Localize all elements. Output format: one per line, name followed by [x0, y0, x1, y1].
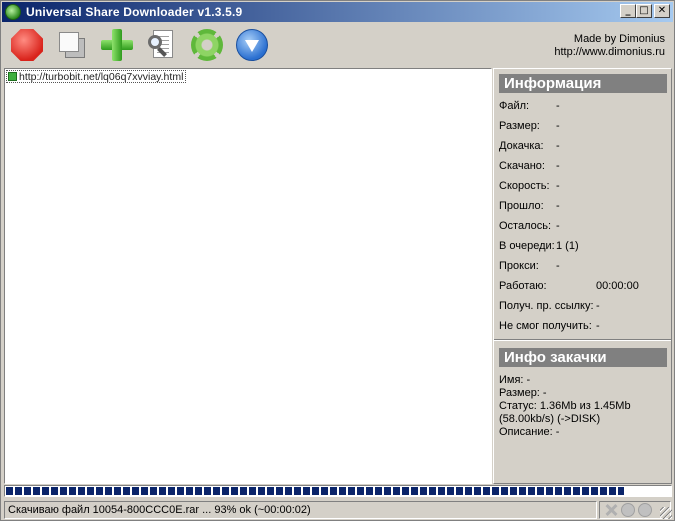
info-value-resume: - [556, 140, 560, 152]
globe-icon[interactable] [638, 503, 652, 517]
maximize-button[interactable]: □ [636, 4, 652, 18]
resize-grip[interactable] [660, 507, 672, 519]
settings-button[interactable] [189, 27, 225, 63]
copy-button[interactable] [54, 27, 90, 63]
minimize-button[interactable]: _ [620, 4, 636, 18]
window-title: Universal Share Downloader v1.3.5.9 [26, 5, 243, 19]
status-bar: Скачиваю файл 10054-800CCC0E.rar ... 93%… [2, 500, 673, 520]
info-header: Информация [499, 74, 667, 93]
toolbar: Made by Dimonius http://www.dimonius.ru [2, 23, 673, 67]
info-value-file: - [556, 100, 560, 112]
close-button[interactable]: ✕ [654, 4, 670, 18]
info-label-downloaded: Скачано: [499, 160, 545, 172]
panel-divider [494, 339, 671, 341]
disconnect-icon[interactable] [604, 503, 618, 517]
download-info-description: Описание: - [499, 426, 560, 438]
progress-fill [6, 487, 624, 495]
download-list[interactable]: http://turbobit.net/lq06q7xvviay.html [4, 68, 492, 484]
info-label-file: Файл: [499, 100, 530, 112]
info-value-got-link: - [596, 300, 600, 312]
credits-author: Made by Dimonius [573, 33, 665, 45]
info-label-resume: Докачка: [499, 140, 544, 152]
info-panel: Информация Файл: - Размер: - Докачка: - … [493, 68, 672, 484]
stop-button[interactable] [9, 27, 45, 63]
download-info-size: Размер: - [499, 387, 547, 399]
progress-bar [4, 485, 672, 497]
plus-icon [101, 29, 133, 61]
credits: Made by Dimonius http://www.dimonius.ru [554, 33, 665, 59]
copy-icon [57, 30, 87, 60]
info-value-speed: - [556, 180, 560, 192]
list-item[interactable]: http://turbobit.net/lq06q7xvviay.html [6, 70, 187, 83]
status-text: Скачиваю файл 10054-800CCC0E.rar ... 93%… [4, 501, 597, 519]
window-controls: _ □ ✕ [620, 4, 670, 18]
info-label-queue: В очереди: [499, 240, 555, 252]
download-info-status: Статус: 1.36Mb из 1.45Mb (58.00kb/s) (->… [499, 400, 631, 425]
link-icon[interactable] [621, 503, 635, 517]
info-value-elapsed: - [556, 200, 560, 212]
list-item-url: http://turbobit.net/lq06q7xvviay.html [19, 70, 184, 83]
info-value-remaining: - [556, 220, 560, 232]
info-label-size: Размер: [499, 120, 540, 132]
info-value-proxy: - [556, 260, 560, 272]
add-button[interactable] [99, 27, 135, 63]
info-label-got-link: Получ. пр. ссылку: [499, 300, 594, 312]
info-value-failed: - [596, 320, 600, 332]
title-bar[interactable]: Universal Share Downloader v1.3.5.9 _ □ … [2, 2, 673, 22]
info-value-uptime: 00:00:00 [596, 280, 639, 292]
info-icon [236, 29, 268, 61]
info-label-uptime: Работаю: [499, 280, 547, 292]
info-label-speed: Скорость: [499, 180, 550, 192]
app-icon [5, 4, 21, 20]
stop-icon [11, 29, 43, 61]
info-button[interactable] [234, 27, 270, 63]
info-value-queue: 1 (1) [556, 240, 579, 252]
info-label-failed: Не смог получить: [499, 320, 592, 332]
info-label-proxy: Прокси: [499, 260, 539, 272]
app-window: Universal Share Downloader v1.3.5.9 _ □ … [0, 0, 675, 521]
info-label-elapsed: Прошло: [499, 200, 544, 212]
search-icon [147, 29, 177, 61]
info-label-remaining: Осталось: [499, 220, 552, 232]
download-info: Имя: - Размер: - Статус: 1.36Mb из 1.45M… [499, 374, 667, 439]
info-value-downloaded: - [556, 160, 560, 172]
status-square-icon [8, 72, 17, 81]
download-info-name: Имя: - [499, 374, 531, 386]
gear-icon [191, 29, 223, 61]
search-button[interactable] [144, 27, 180, 63]
info-value-size: - [556, 120, 560, 132]
download-info-header: Инфо закачки [499, 348, 667, 367]
credits-url[interactable]: http://www.dimonius.ru [554, 46, 665, 59]
